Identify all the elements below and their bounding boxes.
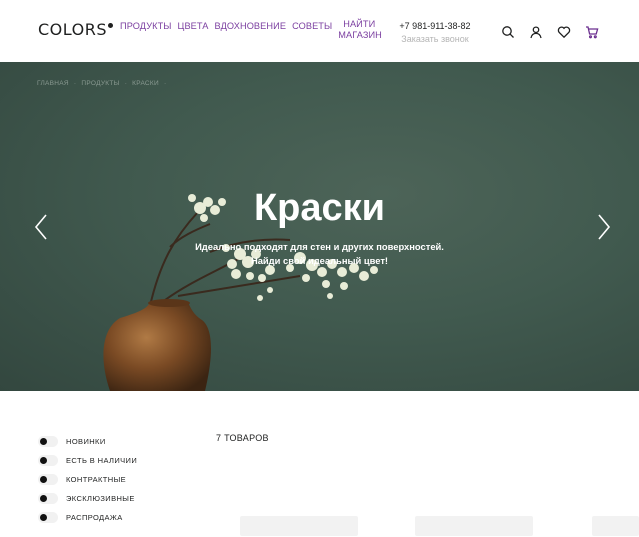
toggle-switch[interactable] [38,512,58,523]
product-count: 7 ТОВАРОВ [216,433,269,443]
hero-subtitle-line1: Идеально подходят для стен и других пове… [195,241,444,252]
filter-label: КОНТРАКТНЫЕ [66,475,127,484]
filter-sale[interactable]: РАСПРОДАЖА [38,508,137,527]
toggle-switch[interactable] [38,436,58,447]
contacts: +7 981-911-38-82 Заказать звонок [397,21,473,45]
nav-products[interactable]: ПРОДУКТЫ [120,21,172,32]
heart-icon[interactable] [556,24,572,40]
product-card-placeholder [415,516,533,536]
search-icon[interactable] [500,24,516,40]
cart-icon[interactable] [584,24,600,40]
filter-label: ЕСТЬ В НАЛИЧИИ [66,456,138,465]
logo-dot [107,23,113,28]
nav-colors[interactable]: ЦВЕТА [178,21,209,32]
main-nav: ПРОДУКТЫ ЦВЕТА ВДОХНОВЕНИЕ СОВЕТЫ НАЙТИ … [120,19,382,41]
toggle-switch[interactable] [38,455,58,466]
callback-link[interactable]: Заказать звонок [397,33,473,45]
logo-text: COLORS [38,20,107,39]
filter-new[interactable]: НОВИНКИ [38,432,137,451]
page-title: Краски [253,187,386,229]
hero-subtitle-line2: Найди свой идеальный цвет! [250,255,389,266]
logo[interactable]: COLORS [38,20,113,39]
hero-subtitle: Идеально подходят для стен и других пове… [0,240,639,268]
header-icons [500,24,612,40]
toggle-switch[interactable] [38,493,58,504]
user-icon[interactable] [528,24,544,40]
nav-find-store-line1: НАЙТИ [343,19,376,29]
toggle-switch[interactable] [38,474,58,485]
hero-banner: ГЛАВНАЯ · ПРОДУКТЫ · КРАСКИ · Краски Иде… [0,62,639,391]
phone-number[interactable]: +7 981-911-38-82 [397,21,473,32]
filter-contract[interactable]: КОНТРАКТНЫЕ [38,470,137,489]
nav-inspiration[interactable]: ВДОХНОВЕНИЕ [215,21,287,32]
filter-label: РАСПРОДАЖА [66,513,123,522]
product-card-placeholder [592,516,639,536]
nav-find-store-line2: МАГАЗИН [338,30,382,40]
product-filters: НОВИНКИ ЕСТЬ В НАЛИЧИИ КОНТРАКТНЫЕ ЭКСКЛ… [38,432,137,527]
site-header: COLORS ПРОДУКТЫ ЦВЕТА ВДОХНОВЕНИЕ СОВЕТЫ… [0,0,639,62]
nav-tips[interactable]: СОВЕТЫ [292,21,332,32]
filter-label: НОВИНКИ [66,437,106,446]
filter-exclusive[interactable]: ЭКСКЛЮЗИВНЫЕ [38,489,137,508]
filter-in-stock[interactable]: ЕСТЬ В НАЛИЧИИ [38,451,137,470]
nav-find-store[interactable]: НАЙТИ МАГАЗИН [338,19,382,41]
filter-label: ЭКСКЛЮЗИВНЫЕ [66,494,135,503]
product-card-placeholder [240,516,358,536]
